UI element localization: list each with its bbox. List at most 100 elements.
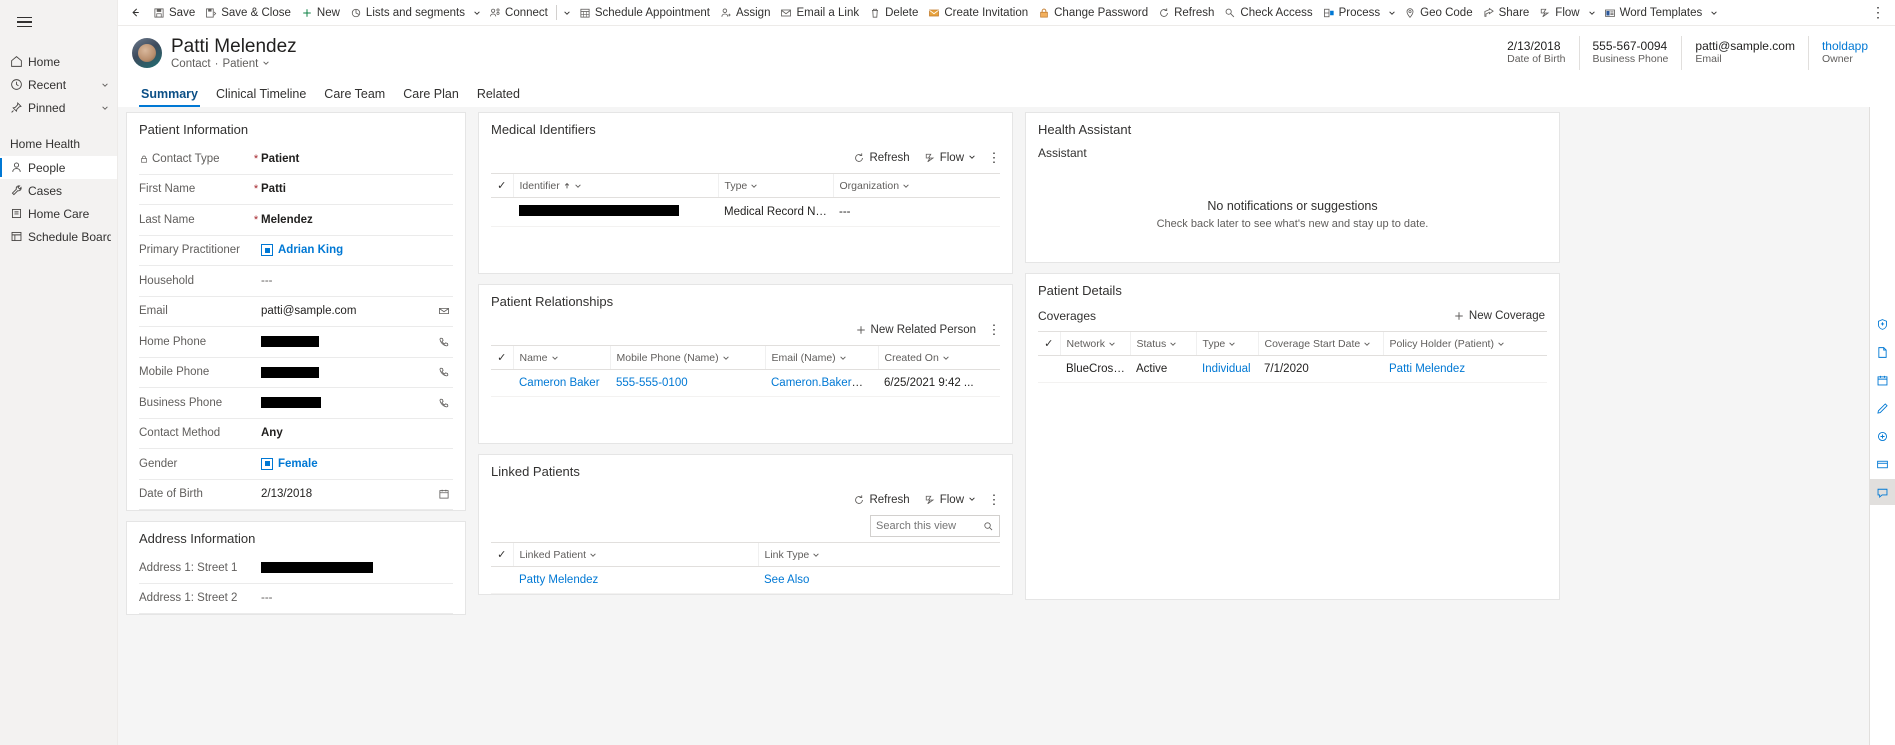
word-templates-button[interactable]: Word Templates	[1599, 1, 1708, 25]
medical-identifiers-flow-button[interactable]: Flow	[918, 147, 982, 169]
new-button[interactable]: New	[296, 1, 345, 25]
sidebar-item-pinned[interactable]: Pinned	[0, 96, 117, 119]
rail-card-icon[interactable]	[1870, 451, 1895, 477]
field-row-household[interactable]: Household ---	[139, 266, 453, 297]
field-row-contact-type[interactable]: Contact Type * Patient	[139, 144, 453, 175]
rail-calendar-icon[interactable]	[1870, 367, 1895, 393]
linked-patients-search[interactable]	[870, 515, 1000, 537]
select-all-checkbox[interactable]: ✓	[491, 345, 513, 370]
chevron-down-icon[interactable]	[968, 152, 976, 164]
create-invitation-button[interactable]: Create Invitation	[923, 1, 1033, 25]
phone-icon[interactable]	[435, 336, 453, 348]
field-row-contact-method[interactable]: Contact Method Any	[139, 419, 453, 449]
schedule-appointment-button[interactable]: Schedule Appointment	[574, 1, 715, 25]
save-and-close-button[interactable]: Save & Close	[200, 1, 296, 25]
field-value[interactable]: Melendez	[261, 214, 453, 226]
email-a-link-button[interactable]: Email a Link	[775, 1, 864, 25]
rail-assistant-icon[interactable]	[1869, 479, 1895, 505]
table-row[interactable]: Patty Melendez See Also	[491, 566, 1000, 594]
connect-button[interactable]: Connect	[484, 1, 553, 25]
field-value[interactable]: Patti	[261, 183, 453, 195]
check-access-button[interactable]: Check Access	[1219, 1, 1317, 25]
column-header-identifier[interactable]: Identifier	[512, 173, 718, 198]
rail-shield-heart-icon[interactable]	[1870, 311, 1895, 337]
linked-patients-flow-button[interactable]: Flow	[918, 489, 982, 511]
field-row-gender[interactable]: Gender Female	[139, 449, 453, 480]
change-password-button[interactable]: Change Password	[1033, 1, 1153, 25]
connect-chevron-down-icon[interactable]	[560, 1, 574, 25]
field-value[interactable]: 2/13/2018	[261, 488, 435, 500]
word-templates-chevron-down-icon[interactable]	[1707, 1, 1721, 25]
column-header-name[interactable]: Name	[512, 345, 610, 370]
flow-button[interactable]: Flow	[1534, 1, 1584, 25]
field-row-last-name[interactable]: Last Name * Melendez	[139, 205, 453, 236]
field-value[interactable]: Any	[261, 427, 453, 439]
process-chevron-down-icon[interactable]	[1385, 1, 1399, 25]
header-field-owner[interactable]: tholdapp Owner	[1807, 35, 1881, 70]
sidebar-item-home[interactable]: Home	[0, 50, 117, 73]
column-header-mobile-phone[interactable]: Mobile Phone (Name)	[609, 345, 765, 370]
phone-icon[interactable]	[435, 366, 453, 378]
sidebar-item-home-care[interactable]: Home Care	[0, 202, 117, 225]
rail-pill-icon[interactable]	[1870, 423, 1895, 449]
delete-button[interactable]: Delete	[864, 1, 923, 25]
column-header-email[interactable]: Email (Name)	[764, 345, 878, 370]
send-email-icon[interactable]	[435, 305, 453, 317]
column-header-linked-patient[interactable]: Linked Patient	[512, 542, 758, 567]
column-header-coverage-start-date[interactable]: Coverage Start Date	[1257, 331, 1383, 356]
field-value[interactable]: patti@sample.com	[261, 305, 435, 317]
header-field-value[interactable]: tholdapp	[1822, 39, 1868, 53]
column-header-link-type[interactable]: Link Type	[757, 542, 1000, 567]
row-checkbox[interactable]	[491, 566, 513, 594]
medical-identifiers-overflow-button[interactable]: ⋮	[984, 147, 1004, 169]
sidebar-item-cases[interactable]: Cases	[0, 179, 117, 202]
field-row-date-of-birth[interactable]: Date of Birth 2/13/2018	[139, 480, 453, 510]
select-all-checkbox[interactable]: ✓	[491, 542, 513, 567]
field-row-primary-practitioner[interactable]: Primary Practitioner Adrian King	[139, 236, 453, 266]
calendar-icon[interactable]	[435, 488, 453, 500]
phone-icon[interactable]	[435, 397, 453, 409]
table-row[interactable]: Cameron Baker 555-555-0100 Cameron.Baker…	[491, 369, 1000, 397]
linked-patients-refresh-button[interactable]: Refresh	[847, 489, 915, 511]
field-row-first-name[interactable]: First Name * Patti	[139, 175, 453, 205]
field-value[interactable]: Adrian King	[278, 244, 343, 256]
field-row-email[interactable]: Email patti@sample.com	[139, 297, 453, 327]
column-header-type[interactable]: Type	[1195, 331, 1258, 356]
table-row[interactable]: Medical Record Number ---	[491, 197, 1000, 227]
rail-pen-icon[interactable]	[1870, 395, 1895, 421]
field-row-business-phone[interactable]: Business Phone	[139, 388, 453, 419]
linked-patients-overflow-button[interactable]: ⋮	[984, 489, 1004, 511]
table-row[interactable]: BlueCross ... Active Individual 7/1/2020…	[1038, 355, 1547, 383]
sidebar-item-people[interactable]: People	[0, 156, 117, 179]
field-value[interactable]: Female	[278, 458, 318, 470]
column-header-organization[interactable]: Organization	[832, 173, 1000, 198]
refresh-button[interactable]: Refresh	[1153, 1, 1219, 25]
field-value[interactable]: Patient	[261, 153, 453, 165]
field-row-home-phone[interactable]: Home Phone	[139, 327, 453, 358]
column-header-type[interactable]: Type	[717, 173, 833, 198]
flow-chevron-down-icon[interactable]	[1585, 1, 1599, 25]
sidebar-item-schedule-board[interactable]: Schedule Board	[0, 225, 117, 248]
field-row-mobile-phone[interactable]: Mobile Phone	[139, 358, 453, 388]
command-overflow-button[interactable]: ⋮	[1867, 1, 1889, 25]
back-arrow-icon[interactable]	[122, 1, 148, 25]
new-coverage-button[interactable]: New Coverage	[1447, 305, 1551, 327]
select-all-checkbox[interactable]: ✓	[1038, 331, 1060, 356]
form-selector-chevron-down-icon[interactable]	[262, 58, 270, 70]
lists-and-segments-chevron-down-icon[interactable]	[470, 1, 484, 25]
tab-summary[interactable]: Summary	[132, 87, 207, 107]
tab-clinical-timeline[interactable]: Clinical Timeline	[207, 87, 315, 107]
lists-and-segments-button[interactable]: Lists and segments	[345, 1, 470, 25]
chevron-down-icon[interactable]	[101, 78, 111, 92]
sidebar-item-recent[interactable]: Recent	[0, 73, 117, 96]
field-row-address-street-2[interactable]: Address 1: Street 2 ---	[139, 584, 453, 614]
rail-document-icon[interactable]	[1870, 339, 1895, 365]
cell-identifier[interactable]	[513, 197, 718, 227]
field-row-address-street-1[interactable]: Address 1: Street 1	[139, 553, 453, 584]
process-button[interactable]: Process	[1318, 1, 1386, 25]
column-header-status[interactable]: Status	[1129, 331, 1196, 356]
select-all-checkbox[interactable]: ✓	[491, 173, 513, 198]
column-header-policy-holder[interactable]: Policy Holder (Patient)	[1382, 331, 1547, 356]
patient-relationships-overflow-button[interactable]: ⋮	[984, 319, 1004, 341]
row-checkbox[interactable]	[491, 197, 513, 227]
